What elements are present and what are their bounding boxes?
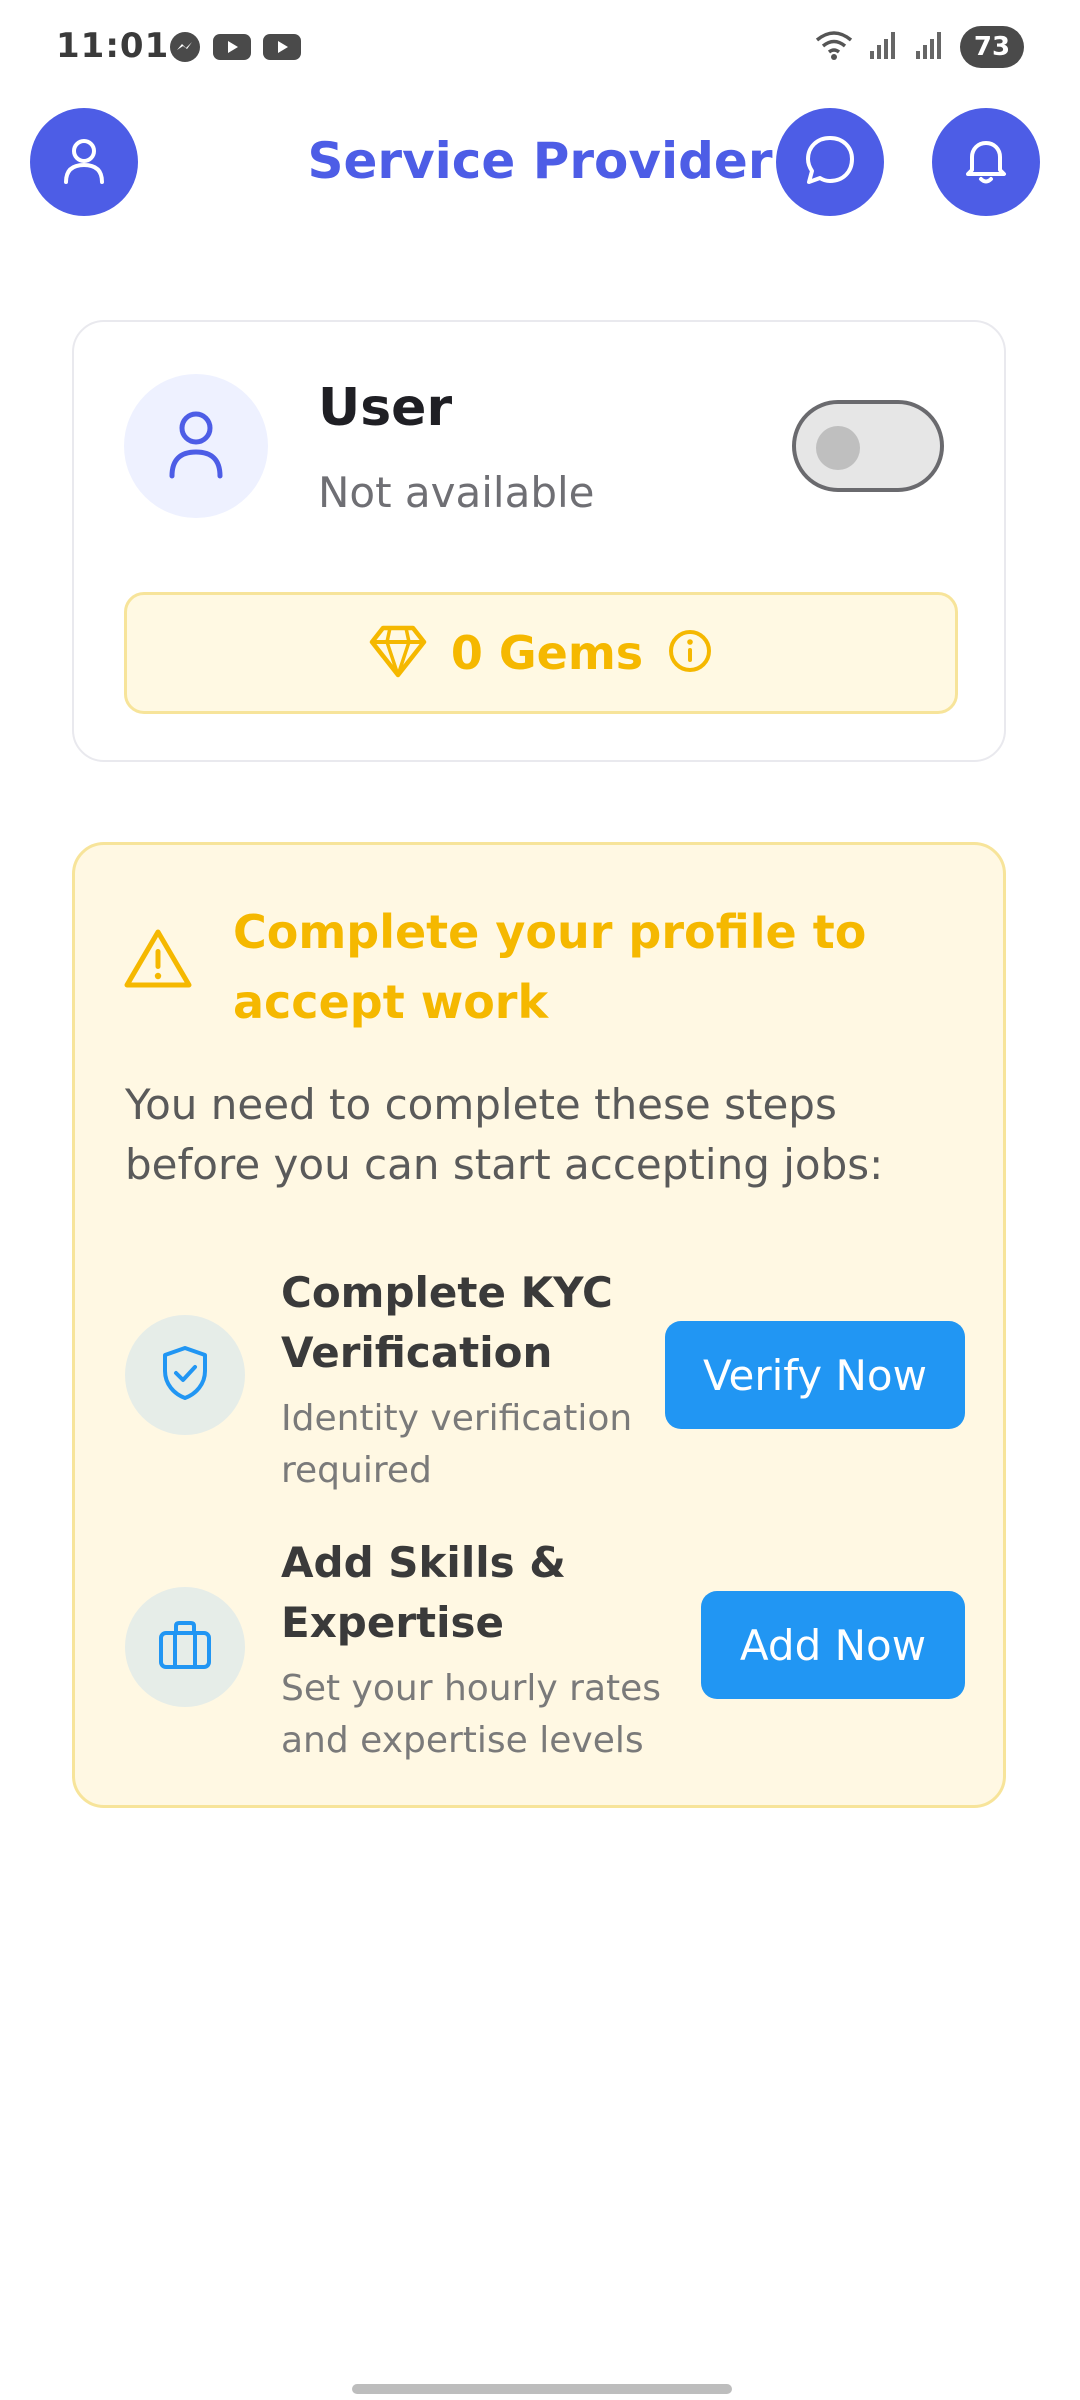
step-kyc-icon [125, 1315, 245, 1435]
step-kyc-subtitle: Identity verification required [281, 1398, 633, 1491]
chat-icon [802, 132, 858, 192]
page-title: Service Provider [307, 132, 773, 190]
step-skills: Add Skills & Expertise Set your hourly r… [125, 1533, 985, 1763]
user-name: User [318, 378, 453, 438]
home-indicator[interactable] [352, 2384, 732, 2394]
chat-button[interactable] [776, 108, 884, 216]
step-kyc-title: Complete KYC Verification [281, 1268, 613, 1377]
status-bar: 11:01 73 [0, 0, 1080, 100]
info-icon[interactable] [667, 628, 713, 678]
gems-balance[interactable]: 0 Gems [124, 592, 958, 714]
messenger-icon [168, 30, 202, 68]
add-now-button[interactable]: Add Now [701, 1591, 965, 1699]
step-skills-subtitle: Set your hourly rates and expertise leve… [281, 1668, 662, 1761]
youtube-icon [262, 32, 302, 66]
signal-icon [914, 29, 946, 65]
user-icon [164, 408, 228, 484]
step-skills-title: Add Skills & Expertise [281, 1538, 566, 1647]
briefcase-icon [157, 1619, 213, 1675]
notifications-button[interactable] [932, 108, 1040, 216]
gems-label: 0 Gems [450, 626, 644, 680]
shield-check-icon [159, 1344, 211, 1406]
youtube-icon [212, 32, 252, 66]
gem-icon [369, 624, 427, 682]
profile-completion-card: Complete your profile to accept work You… [72, 842, 1006, 1808]
battery-icon: 73 [960, 26, 1024, 68]
wifi-icon [814, 29, 854, 65]
notification-icons [168, 30, 302, 68]
availability-toggle[interactable] [792, 400, 944, 492]
avatar [124, 374, 268, 518]
step-kyc: Complete KYC Verification Identity verif… [125, 1263, 985, 1493]
system-status-icons: 73 [814, 26, 1024, 68]
warning-description: You need to complete these steps before … [125, 1080, 884, 1189]
signal-icon [868, 29, 900, 65]
toggle-knob [816, 426, 860, 470]
step-skills-icon [125, 1587, 245, 1707]
bell-icon [958, 132, 1014, 192]
user-card: User Not available 0 Gems [72, 320, 1006, 762]
status-time: 11:01 [56, 26, 170, 66]
verify-now-button[interactable]: Verify Now [665, 1321, 965, 1429]
warning-title: Complete your profile to accept work [233, 905, 867, 1029]
availability-status: Not available [318, 468, 595, 517]
warning-icon [123, 927, 193, 995]
